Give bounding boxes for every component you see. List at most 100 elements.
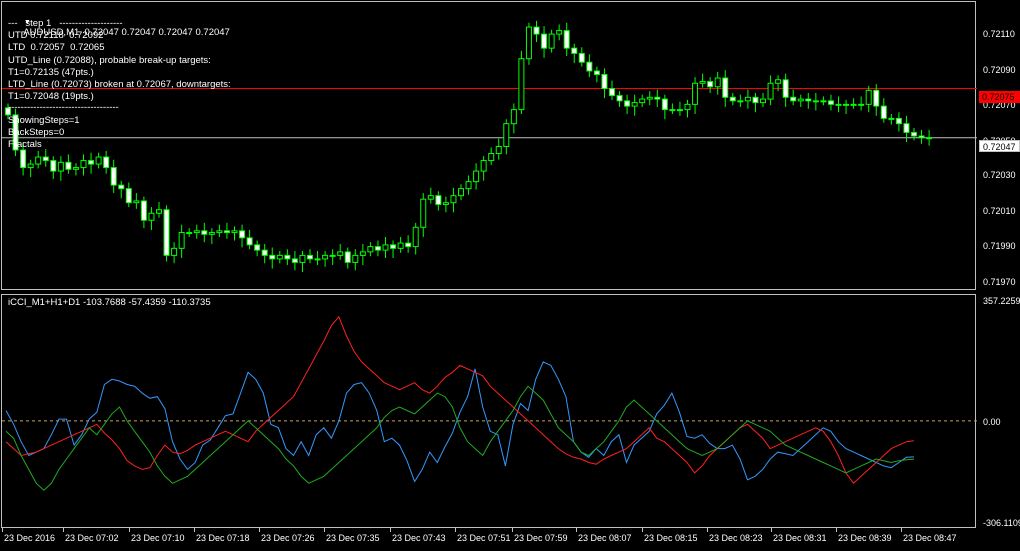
candle-body: [495, 146, 502, 155]
cci-d1-series: [5, 385, 915, 491]
candle-body: [812, 100, 819, 103]
candle-body: [661, 98, 668, 111]
candle-body: [223, 230, 230, 234]
time-label: 23 Dec 08:23: [709, 533, 763, 543]
time-label: 23 Dec 07:35: [326, 533, 380, 543]
candle-body: [767, 82, 774, 100]
indicator-scale-zero: 0.00: [983, 417, 1001, 427]
candle-body: [435, 195, 442, 205]
time-label: 23 Dec 07:10: [131, 533, 185, 543]
price-scale-label: 0.72090: [983, 65, 1016, 75]
cci-h1-series: [5, 315, 915, 485]
candle-body: [533, 26, 540, 35]
candle-body: [775, 79, 782, 84]
time-tick-mark: [707, 528, 708, 532]
candle-body: [684, 103, 691, 111]
candle-body: [397, 242, 404, 249]
candle-body: [110, 167, 117, 186]
price-scale-label: 0.72010: [983, 206, 1016, 216]
bid-price-tag: 0.72047: [979, 140, 1020, 152]
candle-body: [374, 246, 381, 251]
candle-body: [307, 254, 313, 260]
time-tick-mark: [771, 528, 772, 532]
candle-body: [790, 96, 797, 102]
candle-body: [525, 26, 532, 60]
annotation-line-3: LTD 0.72057 0.72065: [8, 42, 105, 53]
candle-body: [186, 232, 193, 235]
candle-body: [72, 167, 79, 170]
candle-body: [329, 254, 336, 257]
cci-plot: [2, 315, 977, 491]
candle-body: [488, 153, 495, 162]
candle-body: [480, 160, 487, 172]
candle-body: [103, 156, 110, 169]
candle-body: [873, 89, 880, 107]
candle-body: [269, 254, 276, 260]
annotation-line-2: UTD 0.72118 0.72092: [8, 30, 104, 41]
annotation-line-1: --- step 1 --------------------: [8, 18, 123, 29]
candle-body: [20, 149, 27, 169]
candle-body: [344, 251, 351, 263]
candle-body: [208, 232, 215, 235]
cci-m1-series: [5, 361, 915, 483]
candle-body: [541, 33, 548, 49]
time-tick-mark: [455, 528, 456, 532]
candle-body: [95, 156, 102, 165]
candle-body: [548, 33, 555, 49]
annotation-line-11: Fractals: [8, 139, 42, 150]
candle-body: [133, 200, 140, 204]
time-label: 23 Dec 07:59: [514, 533, 568, 543]
indicator-scale-max: 357.2259: [983, 296, 1020, 306]
candle-body: [669, 109, 676, 112]
time-label: 23 Dec 08:15: [644, 533, 698, 543]
candle-body: [835, 103, 842, 106]
candle-body: [699, 81, 706, 84]
candle-body: [291, 258, 298, 263]
mt4-terminal: ▼ AUDUSD,M1 0.72047 0.72047 0.72047 0.72…: [0, 0, 1020, 551]
candle-body: [390, 244, 397, 249]
candle-body: [503, 123, 510, 147]
candle-body: [450, 195, 457, 204]
candle-body: [556, 30, 563, 35]
candle-body: [752, 96, 759, 104]
price-scale-label: 0.72030: [983, 170, 1016, 180]
candle-body: [246, 237, 253, 246]
annotation-line-6: LTD_Line (0.72073) broken at 0.72067, do…: [8, 79, 231, 90]
candle-body: [473, 170, 480, 183]
time-tick-mark: [642, 528, 643, 532]
candle-body: [405, 242, 412, 248]
candle-body: [80, 160, 87, 169]
candle-body: [367, 246, 374, 253]
candle-body: [193, 230, 200, 234]
candle-body: [420, 198, 427, 228]
candle-body: [382, 244, 389, 251]
time-label: 23 Dec 08:07: [578, 533, 632, 543]
candle-body: [140, 200, 147, 221]
candle-body: [850, 103, 857, 106]
candle-body: [744, 96, 751, 102]
time-label: 23 Dec 08:31: [773, 533, 827, 543]
candle-body: [865, 89, 872, 105]
candle-body: [926, 137, 933, 140]
time-tick-mark: [512, 528, 513, 532]
red-line-price-tag: 0.72075: [979, 91, 1020, 103]
candle-body: [827, 100, 834, 105]
candle-body: [707, 81, 714, 88]
candle-body: [843, 103, 850, 106]
time-label: 23 Dec 08:39: [838, 533, 892, 543]
candle-body: [239, 230, 246, 239]
candle-body: [820, 100, 827, 103]
candle-body: [593, 70, 600, 75]
time-tick-mark: [2, 528, 3, 532]
candle-body: [639, 98, 646, 104]
annotation-line-9: ShowingSteps=1: [8, 115, 80, 126]
annotation-line-4: UTD_Line (0.72088), probable break-up ta…: [8, 55, 211, 66]
time-tick-mark: [259, 528, 260, 532]
cci-indicator-pane[interactable]: iCCI_M1+H1+D1 -103.7688 -57.4359 -110.37…: [1, 294, 977, 528]
candle-body: [797, 98, 804, 102]
main-price-chart[interactable]: ▼ AUDUSD,M1 0.72047 0.72047 0.72047 0.72…: [1, 1, 977, 290]
candle-body: [65, 161, 72, 170]
candle-body: [337, 251, 344, 256]
candle-body: [760, 98, 766, 104]
time-label: 23 Dec 07:18: [196, 533, 250, 543]
